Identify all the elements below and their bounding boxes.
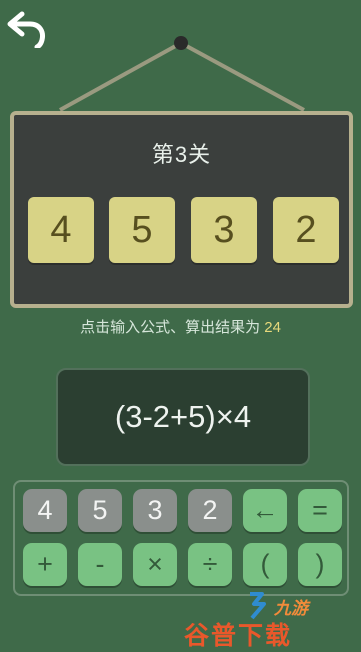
board-hanger [59, 36, 305, 112]
plus-key[interactable]: + [23, 543, 67, 586]
divide-key[interactable]: ÷ [188, 543, 232, 586]
number-card: 4 [28, 197, 94, 263]
expression-text: (3-2+5)×4 [114, 399, 252, 434]
close-paren-key[interactable]: ) [298, 543, 342, 586]
multiply-key[interactable]: × [133, 543, 177, 586]
hanger-nail [174, 36, 188, 50]
number-card: 2 [273, 197, 339, 263]
open-paren-key[interactable]: ( [243, 543, 287, 586]
expression-display: (3-2+5)×4 [56, 368, 310, 466]
key-2[interactable]: 2 [188, 489, 232, 532]
level-title: 第3关 [151, 142, 212, 167]
minus-key[interactable]: - [78, 543, 122, 586]
watermark-logo: 九游 谷普下载 [178, 590, 328, 650]
backspace-key[interactable]: ← [243, 489, 287, 532]
number-card: 5 [109, 197, 175, 263]
keypad: 4 5 3 2 ← = + - × ÷ ( ) [13, 480, 349, 596]
key-3[interactable]: 3 [133, 489, 177, 532]
number-card: 3 [191, 197, 257, 263]
instruction-text: 点击输入公式、算出结果为 24 [0, 316, 361, 337]
key-5[interactable]: 5 [78, 489, 122, 532]
target-value: 24 [264, 319, 281, 336]
level-board: 第3关 4 5 3 2 [10, 111, 353, 308]
watermark-text: 谷普下载 [184, 621, 293, 650]
key-4[interactable]: 4 [23, 489, 67, 532]
equals-key[interactable]: = [298, 489, 342, 532]
instruction-prefix: 点击输入公式、算出结果为 [80, 319, 265, 336]
